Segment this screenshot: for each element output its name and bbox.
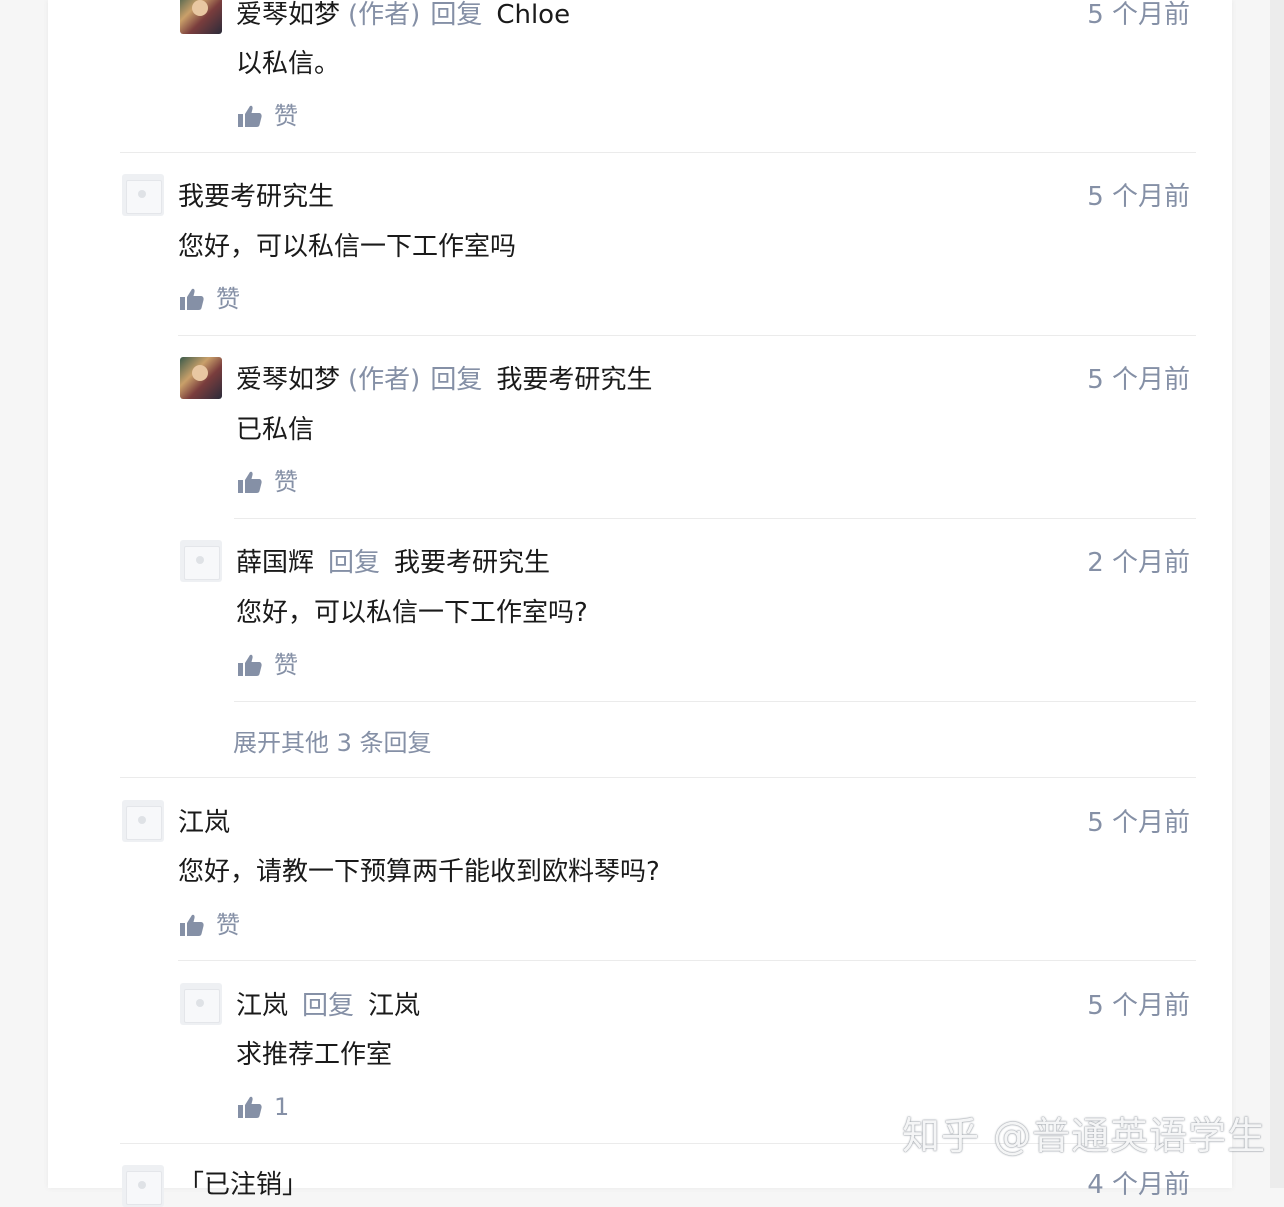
like-label: 赞 (216, 911, 240, 939)
author-tag: (作者) (348, 365, 421, 395)
expand-replies-link[interactable]: 展开其他 3 条回复 (233, 728, 432, 758)
comment-meta: 江岚 (178, 808, 230, 838)
comment-time: 4 个月前 (1087, 1170, 1190, 1200)
thumbs-up-icon (180, 288, 204, 310)
reply-label: 回复 (328, 548, 381, 578)
like-button[interactable]: 1 (238, 1092, 289, 1122)
comment-time: 2 个月前 (1087, 548, 1190, 578)
reply-label: 回复 (302, 991, 355, 1021)
comment-text: 求推荐工作室 (236, 1040, 393, 1070)
comment-text: 您好，请教一下预算两千能收到欧料琴吗? (178, 857, 660, 887)
like-button[interactable]: 赞 (238, 101, 298, 131)
comment-text: 已私信 (236, 415, 315, 445)
like-button[interactable]: 赞 (180, 910, 240, 940)
reply-to-name[interactable]: 我要考研究生 (394, 548, 550, 578)
divider (120, 152, 1196, 153)
thumbs-up-icon (238, 654, 262, 676)
reply-to-name[interactable]: Chloe (496, 0, 570, 30)
commenter-name[interactable]: 江岚 (236, 991, 288, 1021)
reply-label: 回复 (430, 365, 483, 395)
comment-text: 您好，可以私信一下工作室吗? (236, 598, 588, 628)
commenter-name[interactable]: 江岚 (178, 808, 230, 838)
avatar[interactable] (122, 800, 164, 842)
comment-list-card: 爱琴如梦 (作者) 回复 Chloe 5 个月前 以私信。 赞 我要考研究生 5 个月… (48, 0, 1232, 1207)
thumbs-up-icon (238, 1096, 262, 1118)
avatar[interactable] (122, 1165, 164, 1207)
comment-meta: 爱琴如梦 (作者) 回复 Chloe (236, 0, 570, 30)
like-count: 1 (274, 1093, 290, 1121)
commenter-name[interactable]: 薛国辉 (236, 548, 314, 578)
like-button[interactable]: 赞 (180, 284, 240, 314)
comment-time: 5 个月前 (1087, 991, 1190, 1021)
avatar[interactable] (180, 983, 222, 1025)
reply-to-name[interactable]: 我要考研究生 (496, 365, 652, 395)
avatar[interactable] (180, 357, 222, 399)
comment-time: 5 个月前 (1087, 808, 1190, 838)
comment-meta: 我要考研究生 (178, 182, 334, 212)
divider (178, 335, 1196, 336)
comment-meta: 「已注销」 (178, 1170, 308, 1200)
like-label: 赞 (216, 285, 240, 313)
like-label: 赞 (274, 102, 298, 130)
avatar[interactable] (122, 174, 164, 216)
like-label: 赞 (274, 651, 298, 679)
reply-label: 回复 (430, 0, 483, 30)
watermark: 知乎 @普通英语学生 (902, 1114, 1267, 1158)
divider (234, 701, 1196, 702)
commenter-name[interactable]: 「已注销」 (178, 1170, 308, 1200)
commenter-name[interactable]: 爱琴如梦 (236, 0, 340, 30)
reply-to-name[interactable]: 江岚 (368, 991, 420, 1021)
avatar[interactable] (180, 0, 222, 34)
divider (178, 960, 1196, 961)
divider (120, 777, 1196, 778)
comment-time: 5 个月前 (1087, 0, 1190, 30)
comment-time: 5 个月前 (1087, 182, 1190, 212)
thumbs-up-icon (180, 914, 204, 936)
thumbs-up-icon (238, 105, 262, 127)
comment-meta: 爱琴如梦 (作者) 回复 我要考研究生 (236, 365, 652, 395)
avatar[interactable] (180, 540, 222, 582)
divider (234, 518, 1196, 519)
author-tag: (作者) (348, 0, 421, 30)
thumbs-up-icon (238, 471, 262, 493)
like-button[interactable]: 赞 (238, 467, 298, 497)
commenter-name[interactable]: 爱琴如梦 (236, 365, 340, 395)
like-button[interactable]: 赞 (238, 650, 298, 680)
like-label: 赞 (274, 468, 298, 496)
commenter-name[interactable]: 我要考研究生 (178, 182, 334, 212)
comment-text: 您好，可以私信一下工作室吗 (178, 232, 517, 262)
comment-text: 以私信。 (236, 49, 341, 79)
comment-meta: 江岚 回复 江岚 (236, 991, 420, 1021)
comment-time: 5 个月前 (1087, 365, 1190, 395)
page-background-edge (1270, 0, 1284, 1188)
comment-meta: 薛国辉 回复 我要考研究生 (236, 548, 550, 578)
